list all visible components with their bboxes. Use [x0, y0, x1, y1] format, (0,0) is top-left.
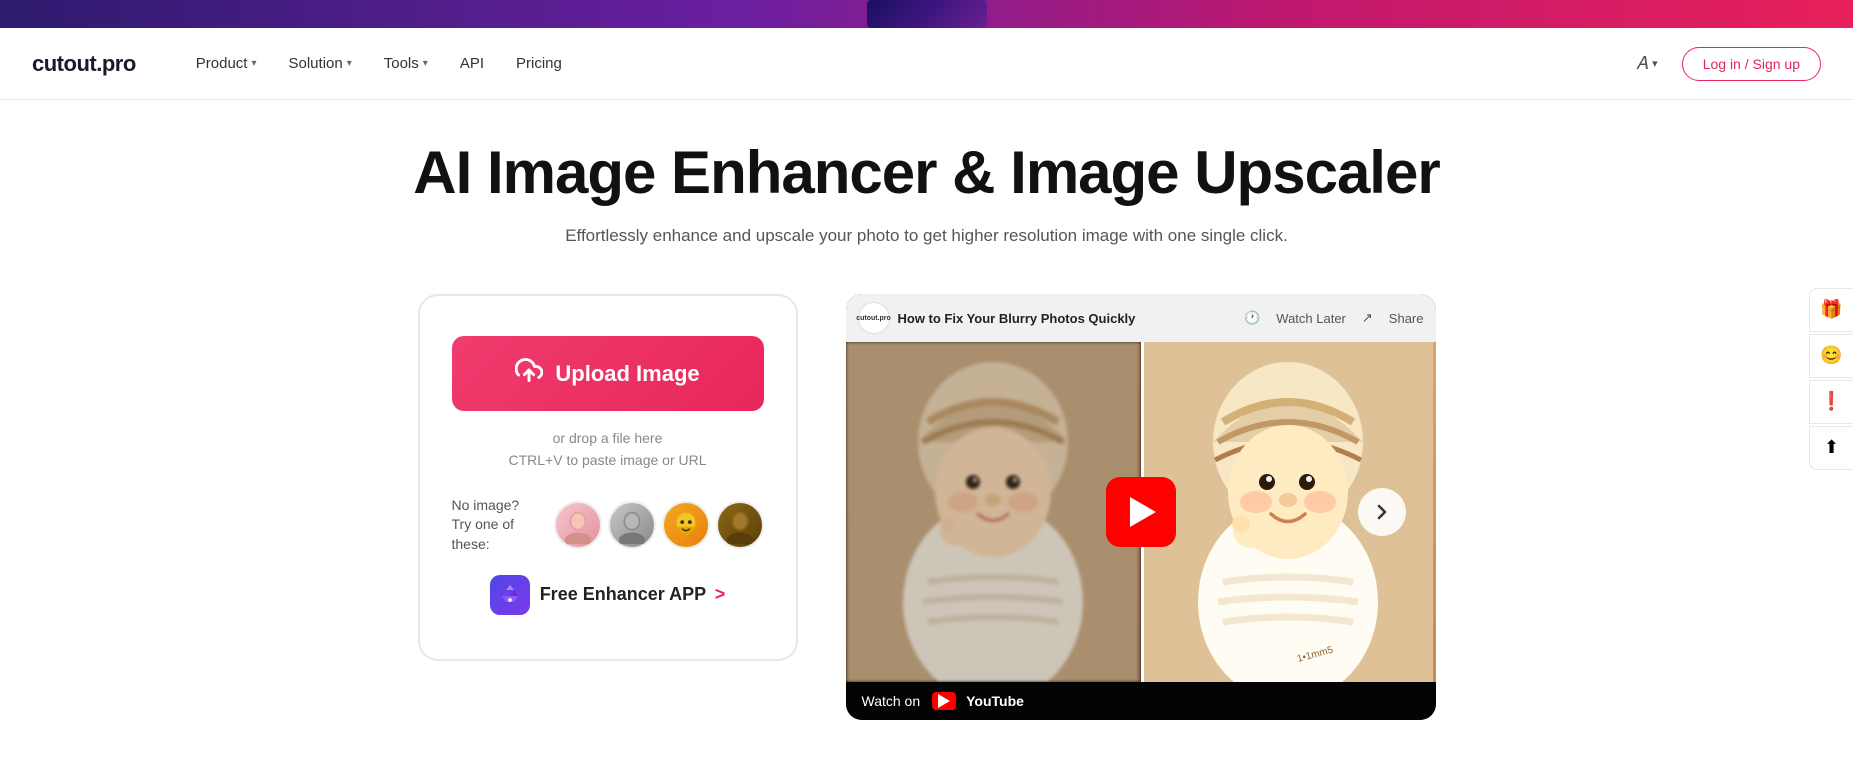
gift-button[interactable]: 🎁: [1809, 288, 1853, 332]
nav-pricing[interactable]: Pricing: [504, 47, 574, 80]
video-controls: 🕐 Watch Later ↗ Share: [1244, 310, 1423, 326]
chevron-down-icon: ▾: [347, 58, 352, 69]
avatar-button[interactable]: 😊: [1809, 334, 1853, 378]
play-button[interactable]: [1106, 477, 1176, 547]
top-banner: [0, 0, 1853, 28]
main-content: AI Image Enhancer & Image Upscaler Effor…: [227, 100, 1627, 760]
share-icon: ↗: [1362, 310, 1373, 326]
navbar: cutout.pro Product ▾ Solution ▾ Tools ▾ …: [0, 28, 1853, 100]
free-app-label: Free Enhancer APP >: [540, 584, 726, 605]
sample-image-1[interactable]: [554, 501, 602, 549]
play-icon: [1130, 497, 1156, 527]
alert-icon: ❗: [1820, 391, 1842, 412]
video-title: How to Fix Your Blurry Photos Quickly: [898, 311, 1136, 326]
upload-icon: ⬆: [1824, 437, 1839, 458]
youtube-logo[interactable]: YouTube: [932, 692, 1024, 710]
logo[interactable]: cutout.pro: [32, 51, 136, 77]
scroll-top-button[interactable]: ⬆: [1809, 426, 1853, 470]
hero-subtitle: Effortlessly enhance and upscale your ph…: [259, 226, 1595, 246]
watch-on-label: Watch on: [862, 693, 921, 709]
youtube-label: YouTube: [966, 693, 1024, 709]
upload-button-label: Upload Image: [555, 361, 699, 387]
before-image: [846, 342, 1141, 682]
alert-button[interactable]: ❗: [1809, 380, 1853, 424]
free-app-button[interactable]: Free Enhancer APP >: [490, 571, 726, 619]
video-card[interactable]: cutout.pro How to Fix Your Blurry Photos…: [846, 294, 1436, 720]
app-icon: [490, 575, 530, 615]
gift-icon: 🎁: [1820, 299, 1842, 320]
watch-later-icon: 🕐: [1244, 310, 1260, 326]
side-actions: 🎁 😊 ❗ ⬆: [1809, 288, 1853, 470]
nav-product[interactable]: Product ▾: [184, 47, 269, 80]
nav-solution[interactable]: Solution ▾: [277, 47, 364, 80]
nav-links: Product ▾ Solution ▾ Tools ▾ API Pricing: [184, 47, 1628, 80]
channel-avatar: cutout.pro: [858, 302, 890, 334]
sample-images: [554, 501, 764, 549]
content-area: Upload Image or drop a file here CTRL+V …: [259, 294, 1595, 720]
upload-button[interactable]: Upload Image: [452, 336, 764, 411]
video-thumbnail[interactable]: 1•1mm5: [846, 342, 1436, 682]
watch-later-label[interactable]: Watch Later: [1276, 311, 1346, 326]
translate-icon: 𝐴: [1636, 53, 1648, 74]
youtube-play-triangle: [938, 694, 950, 708]
youtube-logo-area: cutout.pro How to Fix Your Blurry Photos…: [858, 302, 1136, 334]
upload-icon: [515, 356, 543, 391]
nav-right: 𝐴 ▾ Log in / Sign up: [1628, 47, 1821, 81]
sample-image-4[interactable]: [716, 501, 764, 549]
arrow-icon: >: [715, 584, 726, 604]
sample-image-2[interactable]: [608, 501, 656, 549]
nav-tools[interactable]: Tools ▾: [372, 47, 440, 80]
share-label[interactable]: Share: [1389, 311, 1424, 326]
chevron-down-icon: ▾: [423, 58, 428, 69]
chevron-down-icon: ▾: [251, 58, 256, 69]
upload-card: Upload Image or drop a file here CTRL+V …: [418, 294, 798, 661]
youtube-play-icon: [932, 692, 956, 710]
banner-image: [867, 0, 987, 28]
face-icon: 😊: [1820, 345, 1842, 366]
nav-api[interactable]: API: [448, 47, 496, 80]
video-header: cutout.pro How to Fix Your Blurry Photos…: [846, 294, 1436, 342]
sample-label: No image? Try one of these:: [452, 496, 542, 555]
next-arrow-button[interactable]: [1358, 488, 1406, 536]
video-footer: Watch on YouTube: [846, 682, 1436, 720]
login-signup-button[interactable]: Log in / Sign up: [1682, 47, 1821, 81]
upload-hint: or drop a file here CTRL+V to paste imag…: [508, 427, 706, 472]
hero-title: AI Image Enhancer & Image Upscaler: [259, 140, 1595, 206]
chevron-down-icon: ▾: [1652, 57, 1658, 70]
sample-image-3[interactable]: [662, 501, 710, 549]
language-selector[interactable]: 𝐴 ▾: [1628, 49, 1666, 78]
sample-section: No image? Try one of these:: [452, 496, 764, 555]
